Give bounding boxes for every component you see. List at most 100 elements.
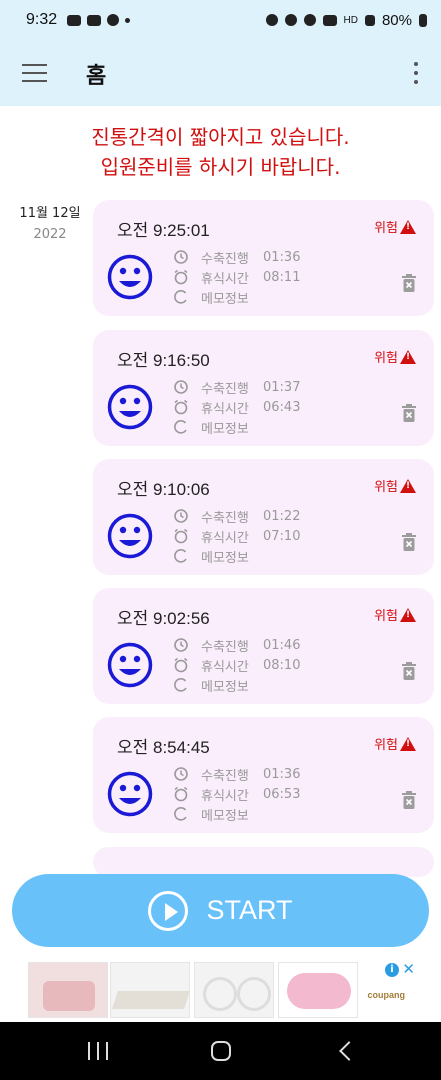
memo-label: 메모정보 bbox=[201, 291, 249, 307]
history-icon bbox=[174, 250, 188, 264]
home-icon[interactable] bbox=[211, 1041, 231, 1061]
memo-icon bbox=[174, 549, 187, 563]
alarm-icon bbox=[265, 14, 278, 26]
rest-label: 휴식시간 bbox=[201, 530, 249, 546]
memo-icon bbox=[174, 290, 187, 304]
risk-label: 위험 bbox=[374, 480, 398, 495]
alarm-clock-icon bbox=[174, 399, 188, 415]
youtube-icon bbox=[87, 14, 102, 26]
bluetooth-icon bbox=[284, 14, 297, 26]
memo-icon bbox=[174, 678, 187, 692]
risk-label: 위험 bbox=[374, 351, 398, 366]
risk-label: 위험 bbox=[374, 609, 398, 624]
memo-icon bbox=[174, 420, 187, 434]
alarm-clock-icon bbox=[174, 786, 188, 802]
rest-label: 휴식시간 bbox=[201, 659, 249, 675]
battery-icon bbox=[419, 13, 427, 27]
contraction-label: 수축진행 bbox=[201, 639, 249, 655]
record-time: 오전 9:16:50 bbox=[117, 351, 210, 370]
more-options-icon[interactable] bbox=[413, 62, 419, 84]
recent-apps-icon[interactable] bbox=[88, 1042, 108, 1060]
delete-icon[interactable] bbox=[402, 662, 416, 680]
risk-badge: 위험 bbox=[374, 347, 416, 366]
contraction-record-card[interactable]: 오전 9:16:50 위험 수축진행 01:37 휴식시간 06:43 메모정보 bbox=[93, 330, 434, 446]
app-notification-icon bbox=[107, 14, 120, 26]
ad-product-mat-image[interactable] bbox=[110, 962, 190, 1018]
status-bar: 9:32 HD 80% bbox=[0, 0, 441, 40]
date-month-day: 11월 12일 bbox=[19, 206, 81, 221]
risk-badge: 위험 bbox=[374, 605, 416, 624]
contraction-record-card[interactable]: 오전 8:54:45 위험 수축진행 01:36 휴식시간 06:53 메모정보 bbox=[93, 717, 434, 833]
rest-value: 06:53 bbox=[263, 786, 301, 802]
start-label: START bbox=[206, 895, 293, 925]
rest-value: 08:11 bbox=[263, 269, 301, 285]
status-right: HD 80% bbox=[265, 12, 427, 29]
history-icon bbox=[174, 638, 188, 652]
network-label: HD bbox=[343, 14, 358, 26]
record-details: 수축진행 01:46 휴식시간 08:10 메모정보 bbox=[173, 635, 300, 695]
memo-label: 메모정보 bbox=[201, 421, 249, 437]
message-icon bbox=[67, 14, 82, 26]
ad-brand: coupang bbox=[367, 990, 406, 1000]
smiley-icon bbox=[107, 513, 153, 559]
memo-icon bbox=[174, 807, 187, 821]
warning-icon bbox=[400, 478, 416, 493]
delete-icon[interactable] bbox=[402, 404, 416, 422]
date-year: 2022 bbox=[33, 227, 67, 242]
risk-badge: 위험 bbox=[374, 476, 416, 495]
ad-close-icon[interactable]: ✕ bbox=[402, 960, 415, 978]
risk-label: 위험 bbox=[374, 221, 398, 236]
record-time: 오전 9:25:01 bbox=[117, 221, 210, 240]
wifi-icon bbox=[322, 14, 337, 26]
record-details: 수축진행 01:37 휴식시간 06:43 메모정보 bbox=[173, 377, 300, 437]
rest-value: 08:10 bbox=[263, 657, 301, 673]
notification-icons bbox=[67, 14, 131, 26]
mute-icon bbox=[303, 14, 316, 26]
warning-icon bbox=[400, 736, 416, 751]
ad-banner[interactable]: i ✕ coupang bbox=[0, 958, 441, 1022]
more-notifications-icon bbox=[125, 17, 131, 23]
contraction-record-card[interactable]: 오전 9:25:01 위험 수축진행 01:36 휴식시간 08:11 메모정보 bbox=[93, 200, 434, 316]
warning-icon bbox=[400, 219, 416, 234]
record-details: 수축진행 01:36 휴식시간 06:53 메모정보 bbox=[173, 764, 300, 824]
status-time: 9:32 bbox=[26, 11, 58, 28]
contraction-label: 수축진행 bbox=[201, 510, 249, 526]
rest-value: 07:10 bbox=[263, 528, 301, 544]
risk-badge: 위험 bbox=[374, 734, 416, 753]
memo-label: 메모정보 bbox=[201, 808, 249, 824]
contraction-label: 수축진행 bbox=[201, 381, 249, 397]
contraction-value: 01:37 bbox=[263, 379, 301, 395]
warning-icon bbox=[400, 349, 416, 364]
record-details: 수축진행 01:22 휴식시간 07:10 메모정보 bbox=[173, 506, 300, 566]
alarm-clock-icon bbox=[174, 269, 188, 285]
contraction-label: 수축진행 bbox=[201, 768, 249, 784]
delete-icon[interactable] bbox=[402, 274, 416, 292]
delete-icon[interactable] bbox=[402, 791, 416, 809]
record-time: 오전 9:02:56 bbox=[117, 609, 210, 628]
contraction-value: 01:46 bbox=[263, 637, 301, 653]
history-icon bbox=[174, 767, 188, 781]
ad-product-bag-image[interactable] bbox=[28, 962, 108, 1018]
contraction-record-card[interactable]: 오전 9:10:06 위험 수축진행 01:22 휴식시간 07:10 메모정보 bbox=[93, 459, 434, 575]
rest-value: 06:43 bbox=[263, 399, 301, 415]
ad-info-icon[interactable]: i bbox=[385, 963, 399, 977]
record-time: 오전 9:10:06 bbox=[117, 480, 210, 499]
system-nav-bar bbox=[0, 1022, 441, 1080]
ad-product-pillow-image[interactable] bbox=[278, 962, 358, 1018]
warning-line-2: 입원준비를 하시기 바랍니다. bbox=[100, 155, 341, 179]
record-time: 오전 8:54:45 bbox=[117, 738, 210, 757]
contraction-record-card-partial[interactable] bbox=[93, 847, 434, 877]
menu-icon[interactable] bbox=[22, 64, 47, 82]
delete-icon[interactable] bbox=[402, 533, 416, 551]
start-button[interactable]: START bbox=[12, 874, 429, 947]
memo-label: 메모정보 bbox=[201, 550, 249, 566]
ad-product-rings-image[interactable] bbox=[194, 962, 274, 1018]
page-title: 홈 bbox=[86, 64, 107, 89]
play-icon bbox=[148, 890, 189, 931]
memo-label: 메모정보 bbox=[201, 679, 249, 695]
contraction-value: 01:22 bbox=[263, 508, 301, 524]
date-label: 11월 12일 2022 bbox=[10, 202, 90, 242]
contraction-record-card[interactable]: 오전 9:02:56 위험 수축진행 01:46 휴식시간 08:10 메모정보 bbox=[93, 588, 434, 704]
back-icon[interactable] bbox=[339, 1041, 359, 1061]
record-details: 수축진행 01:36 휴식시간 08:11 메모정보 bbox=[173, 247, 300, 307]
